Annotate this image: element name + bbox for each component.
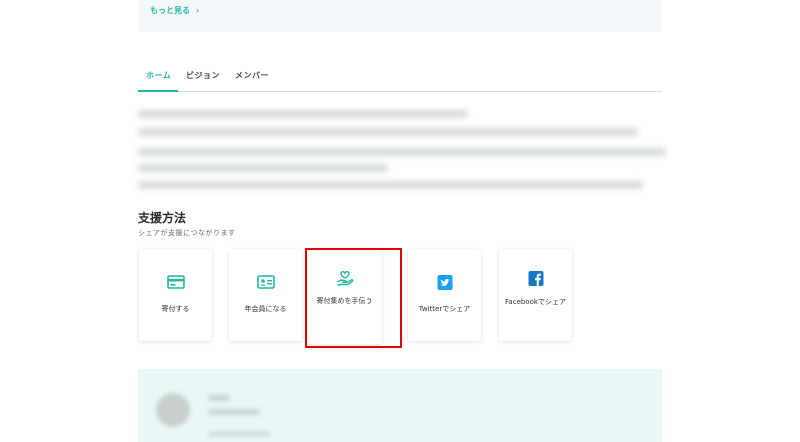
hand-heart-icon — [336, 271, 353, 286]
tab-home[interactable]: ホーム — [146, 70, 171, 81]
help-fundraise-label: 寄付集めを手伝う — [316, 297, 373, 305]
annual-member-label: 年会員になる — [244, 305, 287, 313]
twitter-share-card[interactable]: Twitterでシェア — [408, 249, 481, 341]
top-panel: もっと見る › — [138, 0, 662, 32]
tab-bar: ホーム ビジョン メンバー — [138, 64, 662, 92]
see-more-label: もっと見る — [150, 6, 190, 15]
organization-panel — [138, 369, 662, 442]
facebook-icon — [528, 271, 543, 286]
facebook-share-label: Facebookでシェア — [505, 298, 566, 306]
twitter-icon — [437, 275, 452, 290]
donate-label: 寄付する — [161, 305, 190, 313]
chevron-right-icon: › — [196, 6, 200, 15]
see-more-link[interactable]: もっと見る › — [150, 5, 199, 16]
credit-card-icon — [166, 275, 185, 289]
tab-vision[interactable]: ビジョン — [186, 70, 220, 81]
avatar — [156, 393, 190, 427]
donate-card[interactable]: 寄付する — [139, 249, 212, 341]
support-section-title: 支援方法 — [138, 211, 187, 225]
active-tab-indicator — [138, 90, 178, 92]
blurred-description — [134, 100, 668, 196]
page: もっと見る › ホーム ビジョン メンバー 支援方法 シェアが支援につながります … — [0, 0, 800, 442]
help-fundraise-card[interactable]: 寄付集めを手伝う — [307, 249, 382, 344]
twitter-share-label: Twitterでシェア — [418, 305, 471, 313]
annual-member-card[interactable]: 年会員になる — [229, 249, 302, 341]
facebook-share-card[interactable]: Facebookでシェア — [499, 249, 572, 341]
support-section-subtitle: シェアが支援につながります — [138, 229, 236, 237]
member-card-icon — [256, 275, 275, 289]
tab-members[interactable]: メンバー — [235, 70, 269, 81]
